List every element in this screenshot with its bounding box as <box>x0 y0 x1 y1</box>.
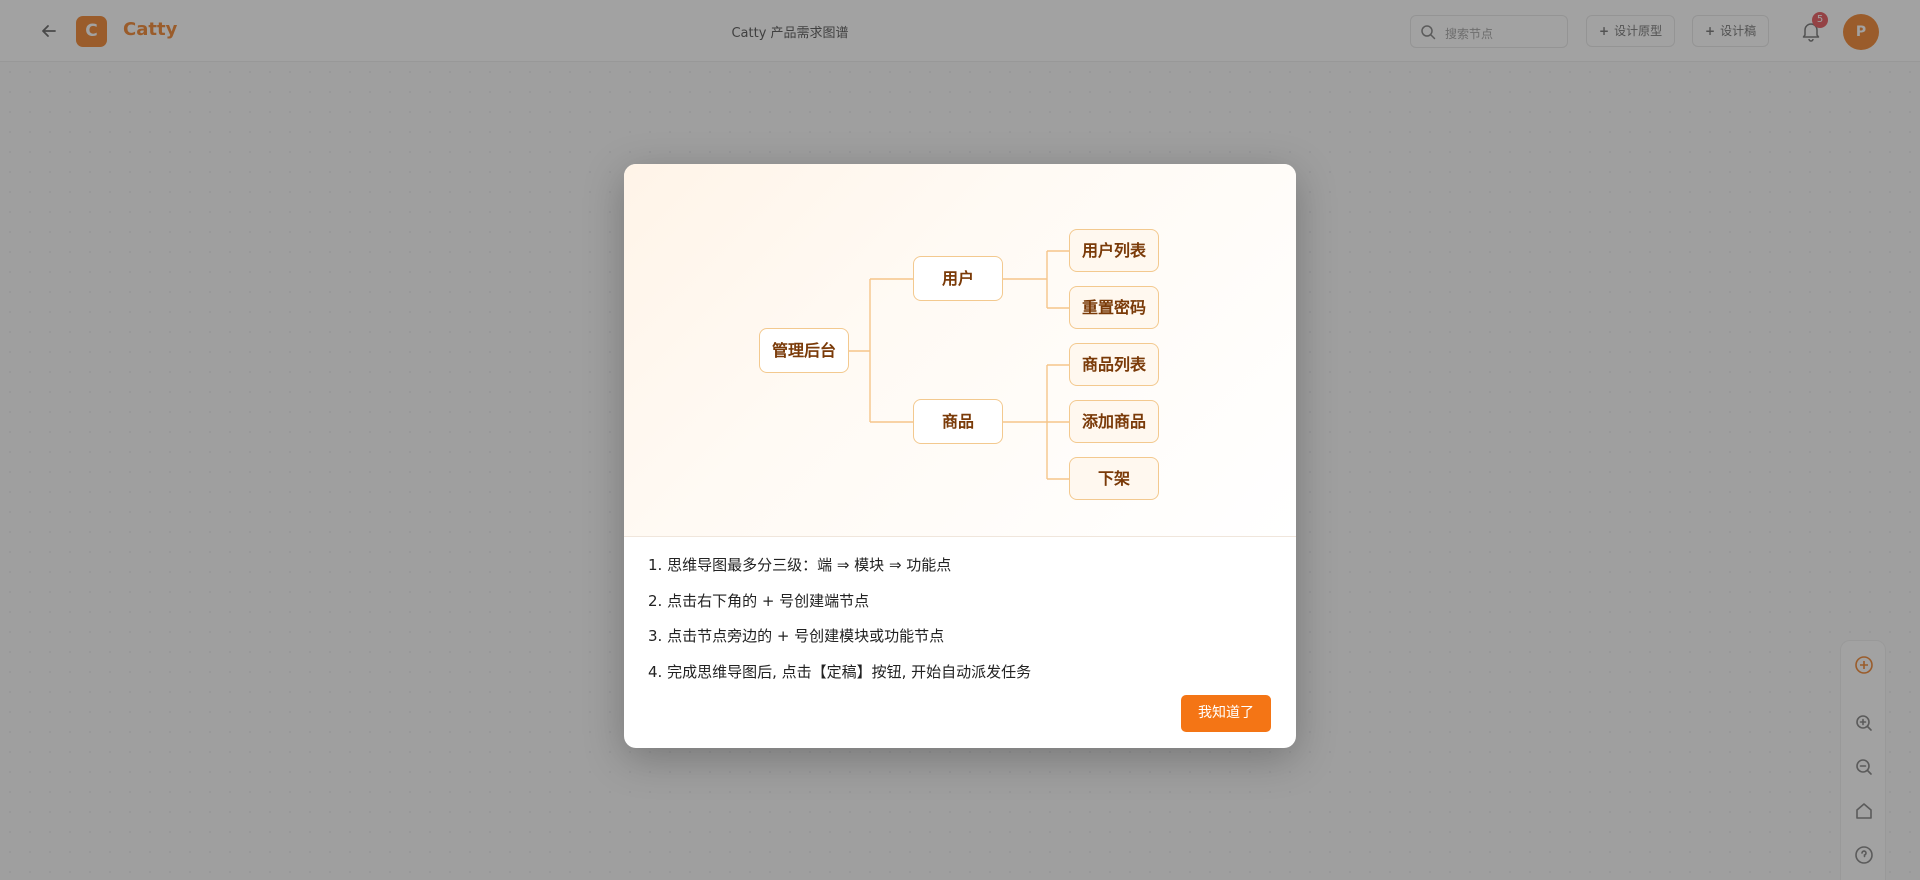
mindmap-feature-node: 添加商品 <box>1069 400 1159 443</box>
confirm-button[interactable]: 我知道了 <box>1181 695 1271 732</box>
mindmap-module-node: 用户 <box>913 256 1003 301</box>
instruction-step: 4. 完成思维导图后, 点击【定稿】按钮, 开始自动派发任务 <box>648 662 1032 681</box>
instruction-step: 3. 点击节点旁边的 + 号创建模块或功能节点 <box>648 627 945 645</box>
guide-modal: 管理后台 用户 商品 用户列表 重置密码 商品列表 添加商品 下架 1. 思维导… <box>624 164 1296 748</box>
instruction-step: 1. 思维导图最多分三级：端 ⇒ 模块 ⇒ 功能点 <box>648 556 952 574</box>
mindmap-feature-node: 用户列表 <box>1069 229 1159 272</box>
mindmap-module-node: 商品 <box>913 399 1003 444</box>
mindmap-feature-node: 下架 <box>1069 457 1159 500</box>
instruction-list: 1. 思维导图最多分三级：端 ⇒ 模块 ⇒ 功能点 2. 点击右下角的 + 号创… <box>648 553 1268 695</box>
mindmap-feature-node: 重置密码 <box>1069 286 1159 329</box>
mindmap-connectors <box>849 250 1069 480</box>
mindmap-illustration: 管理后台 用户 商品 用户列表 重置密码 商品列表 添加商品 下架 <box>624 164 1296 537</box>
mindmap-root-node: 管理后台 <box>759 328 849 373</box>
mindmap-feature-node: 商品列表 <box>1069 343 1159 386</box>
instruction-step: 2. 点击右下角的 + 号创建端节点 <box>648 591 870 610</box>
